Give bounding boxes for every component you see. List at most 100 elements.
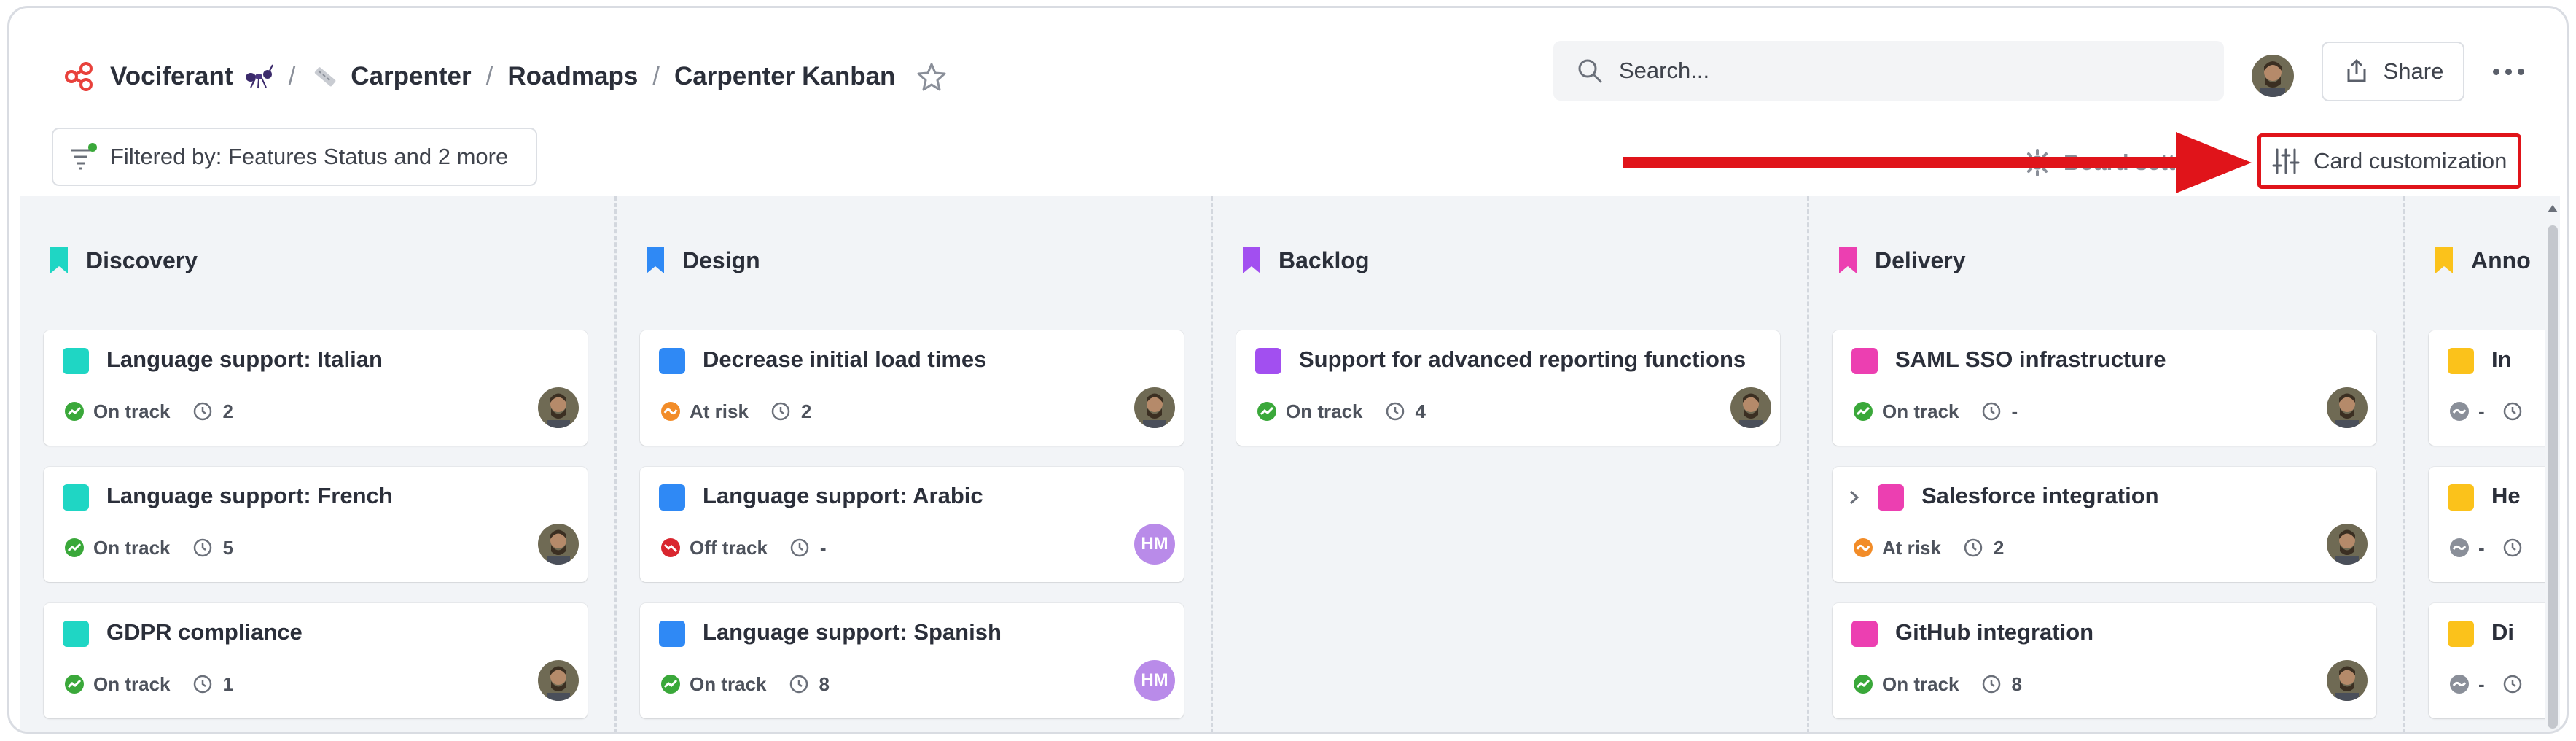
feature-card[interactable]: SAML SSO infrastructure On track - <box>1833 330 2376 446</box>
card-meta: On track 4 <box>1257 399 1426 424</box>
owner-avatar-initials[interactable]: HM <box>1134 660 1175 701</box>
annotation-arrow <box>1623 132 2252 193</box>
owner-avatar[interactable] <box>538 660 579 701</box>
card-title: GDPR compliance <box>106 619 303 645</box>
share-icon <box>2347 58 2366 82</box>
avatar-image <box>1134 387 1175 428</box>
share-button[interactable]: Share <box>2322 42 2464 101</box>
owner-avatar[interactable] <box>1134 387 1175 428</box>
on-track-icon <box>1854 402 1873 421</box>
app-logo-icon[interactable] <box>63 61 95 93</box>
card-customization-label: Card customization <box>2314 148 2507 174</box>
status-label: At risk <box>690 400 749 422</box>
search-placeholder: Search... <box>1619 58 1710 83</box>
column-header[interactable]: Backlog <box>1241 244 1369 276</box>
page-title[interactable]: Carpenter Kanban <box>674 62 895 91</box>
owner-avatar[interactable] <box>2327 524 2368 565</box>
clock-icon <box>193 538 211 557</box>
effort-count: 8 <box>2011 672 2022 695</box>
avatar-image <box>2327 524 2368 565</box>
dot-icon <box>2505 68 2512 75</box>
owner-avatar[interactable] <box>538 524 579 565</box>
feature-card[interactable]: Language support: French On track 5 <box>44 467 588 582</box>
column-header[interactable]: Discovery <box>48 244 198 276</box>
card-title: He <box>2491 483 2521 508</box>
card-meta: On track 8 <box>1853 672 2022 697</box>
column-header[interactable]: Design <box>644 244 760 276</box>
column-header[interactable]: Delivery <box>1837 244 1966 276</box>
no-status-icon <box>2450 402 2469 421</box>
scrollbar-thumb[interactable] <box>2548 225 2558 729</box>
column-header[interactable]: Anno <box>2433 244 2531 276</box>
feature-card[interactable]: Di - <box>2429 603 2560 718</box>
card-title: GitHub integration <box>1895 619 2094 645</box>
breadcrumb-separator: / <box>288 62 296 90</box>
feature-card[interactable]: Salesforce integration At risk 2 <box>1833 467 2376 582</box>
feature-color-swatch <box>63 621 89 647</box>
card-title: SAML SSO infrastructure <box>1895 346 2166 372</box>
on-track-icon <box>1854 675 1873 694</box>
status-label: On track <box>690 672 767 695</box>
owner-avatar[interactable] <box>2327 660 2368 701</box>
feature-card[interactable]: He - <box>2429 467 2560 582</box>
owner-avatar[interactable] <box>1730 387 1771 428</box>
breadcrumb-separator: / <box>652 62 660 90</box>
avatar-image <box>2327 387 2368 428</box>
no-status-icon <box>2450 675 2469 694</box>
feature-color-swatch <box>2448 348 2474 374</box>
more-options-button[interactable] <box>2484 59 2532 84</box>
status-label: On track <box>93 536 171 559</box>
feature-color-swatch <box>659 348 685 374</box>
feature-color-swatch <box>659 484 685 511</box>
feature-color-swatch <box>63 348 89 374</box>
breadcrumb-workspace[interactable]: Vociferant <box>110 62 233 91</box>
ruler-icon <box>315 67 336 87</box>
column-design: Design Decrease initial load times At ri… <box>617 196 1213 732</box>
vertical-scrollbar[interactable] <box>2545 196 2560 732</box>
owner-avatar[interactable] <box>538 387 579 428</box>
column-backlog: Backlog Support for advanced reporting f… <box>1213 196 1809 732</box>
user-avatar[interactable] <box>2252 55 2294 97</box>
feature-card[interactable]: Support for advanced reporting functions… <box>1236 330 1780 446</box>
feature-color-swatch <box>1878 484 1904 511</box>
card-meta: On track 5 <box>64 535 233 560</box>
effort-count: 4 <box>1415 400 1426 422</box>
feature-card[interactable]: Language support: Spanish On track 8 HM <box>640 603 1184 718</box>
search-input[interactable]: Search... <box>1553 41 2224 101</box>
on-track-icon <box>661 675 680 694</box>
on-track-icon <box>1257 402 1276 421</box>
effort-count: - <box>2478 536 2485 559</box>
header: Vociferant / Carpenter / Roadmaps / Carp… <box>9 8 2567 136</box>
feature-card[interactable]: GitHub integration On track 8 <box>1833 603 2376 718</box>
card-meta: On track - <box>1853 399 2018 424</box>
feature-color-swatch <box>1255 348 1281 374</box>
star-icon[interactable] <box>916 61 948 93</box>
filter-button[interactable]: Filtered by: Features Status and 2 more <box>52 128 537 186</box>
sliders-icon <box>2272 148 2300 174</box>
scroll-up-arrow-icon[interactable] <box>2546 203 2559 214</box>
breadcrumb-separator: / <box>485 62 493 90</box>
card-customization-button[interactable]: Card customization <box>2257 133 2521 189</box>
at-risk-icon <box>661 402 680 421</box>
feature-color-swatch <box>63 484 89 511</box>
dot-icon <box>2517 68 2524 75</box>
feature-card[interactable]: Language support: Italian On track 2 <box>44 330 588 446</box>
avatar-image <box>1730 387 1771 428</box>
chevron-right-icon[interactable] <box>1846 486 1863 509</box>
owner-avatar-initials[interactable]: HM <box>1134 524 1175 565</box>
effort-count: 5 <box>222 536 233 559</box>
breadcrumb-project[interactable]: Carpenter <box>351 62 471 91</box>
share-label: Share <box>2383 58 2444 84</box>
feature-card[interactable]: In - <box>2429 330 2560 446</box>
clock-icon <box>193 402 211 421</box>
feature-card[interactable]: Decrease initial load times At risk 2 <box>640 330 1184 446</box>
at-risk-icon <box>1854 538 1873 557</box>
feature-color-swatch <box>659 621 685 647</box>
effort-count: 2 <box>1993 536 2005 559</box>
breadcrumb-section[interactable]: Roadmaps <box>507 62 638 91</box>
clock-icon <box>789 675 808 694</box>
clock-icon <box>790 538 809 557</box>
feature-card[interactable]: GDPR compliance On track 1 <box>44 603 588 718</box>
feature-card[interactable]: Language support: Arabic Off track - HM <box>640 467 1184 582</box>
owner-avatar[interactable] <box>2327 387 2368 428</box>
